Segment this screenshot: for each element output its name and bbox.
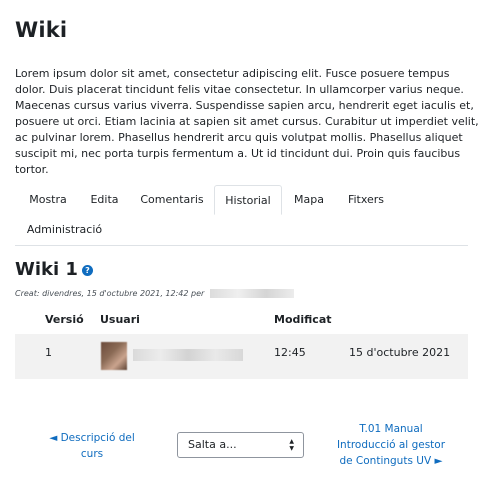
- select-arrows-icon: ▲ ▼: [289, 438, 294, 452]
- creator-name-redacted: [209, 289, 294, 298]
- column-header-version: Versió: [45, 313, 84, 326]
- question-circle-icon[interactable]: ?: [81, 265, 93, 276]
- next-activity-link[interactable]: T.01 Manual Introducció al gestor de Con…: [332, 421, 450, 469]
- modified-time: 12:45: [274, 346, 306, 359]
- column-header-user: Usuari: [100, 313, 140, 326]
- user-name-redacted[interactable]: [133, 349, 243, 361]
- created-text: Creat: divendres, 15 d'octubre 2021, 12:…: [15, 289, 205, 298]
- history-table-header: Versió Usuari Modificat: [15, 305, 468, 335]
- wiki-heading-label: Wiki 1: [15, 259, 78, 280]
- tab-fitxers[interactable]: Fitxers: [336, 185, 396, 214]
- tab-historial[interactable]: Historial: [214, 185, 282, 215]
- wiki-intro-text: Lorem ipsum dolor sit amet, consectetur …: [15, 67, 479, 176]
- avatar[interactable]: [101, 342, 127, 370]
- column-header-modified: Modificat: [274, 313, 332, 326]
- tab-administracio[interactable]: Administració: [15, 215, 114, 244]
- tab-comentaris[interactable]: Comentaris: [130, 185, 214, 214]
- tab-mostra[interactable]: Mostra: [15, 185, 81, 214]
- tab-edita[interactable]: Edita: [81, 185, 128, 214]
- page-title: Wiki: [15, 18, 68, 42]
- wiki-heading: Wiki 1 ?: [15, 259, 93, 280]
- modified-date: 15 d'octubre 2021: [349, 346, 451, 359]
- version-link[interactable]: 1: [45, 334, 52, 372]
- tab-mapa[interactable]: Mapa: [284, 185, 334, 214]
- created-info: Creat: divendres, 15 d'octubre 2021, 12:…: [15, 289, 294, 298]
- wiki-tabs: Mostra Edita Comentaris Historial Mapa F…: [15, 185, 468, 246]
- jump-to-select[interactable]: Salta a... ▲ ▼: [177, 432, 304, 458]
- previous-activity-link[interactable]: ◄ Descripció del curs: [38, 430, 146, 462]
- table-row: 1 12:45 15 d'octubre 2021: [15, 334, 468, 379]
- jump-to-select-value: Salta a...: [188, 438, 237, 451]
